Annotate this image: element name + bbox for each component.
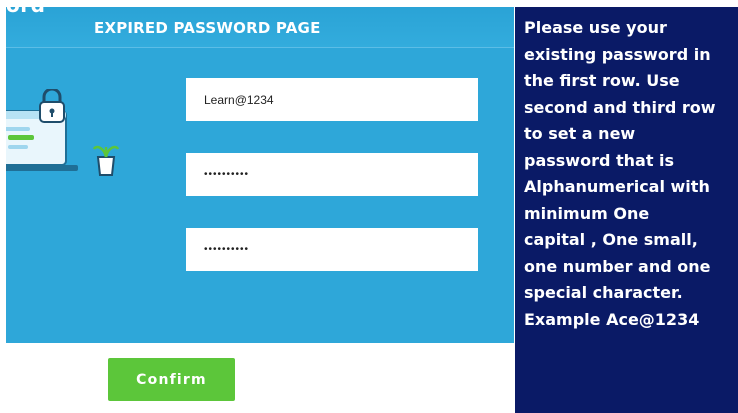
confirm-button[interactable]: Confirm [108,358,235,401]
form-header: ord EXPIRED PASSWORD PAGE [6,0,514,48]
confirm-password-input[interactable] [186,228,478,271]
laptop-lock-illustration-icon [6,89,120,176]
page-title: EXPIRED PASSWORD PAGE [94,19,321,37]
current-password-input[interactable] [186,78,478,121]
lock-icon [39,89,65,123]
potted-plant-icon [92,145,120,176]
cut-off-heading: ord [6,0,46,17]
password-instructions-panel: Please use your existing password in the… [515,7,738,413]
new-password-input[interactable] [186,153,478,196]
password-instructions-text: Please use your existing password in the… [524,18,716,329]
